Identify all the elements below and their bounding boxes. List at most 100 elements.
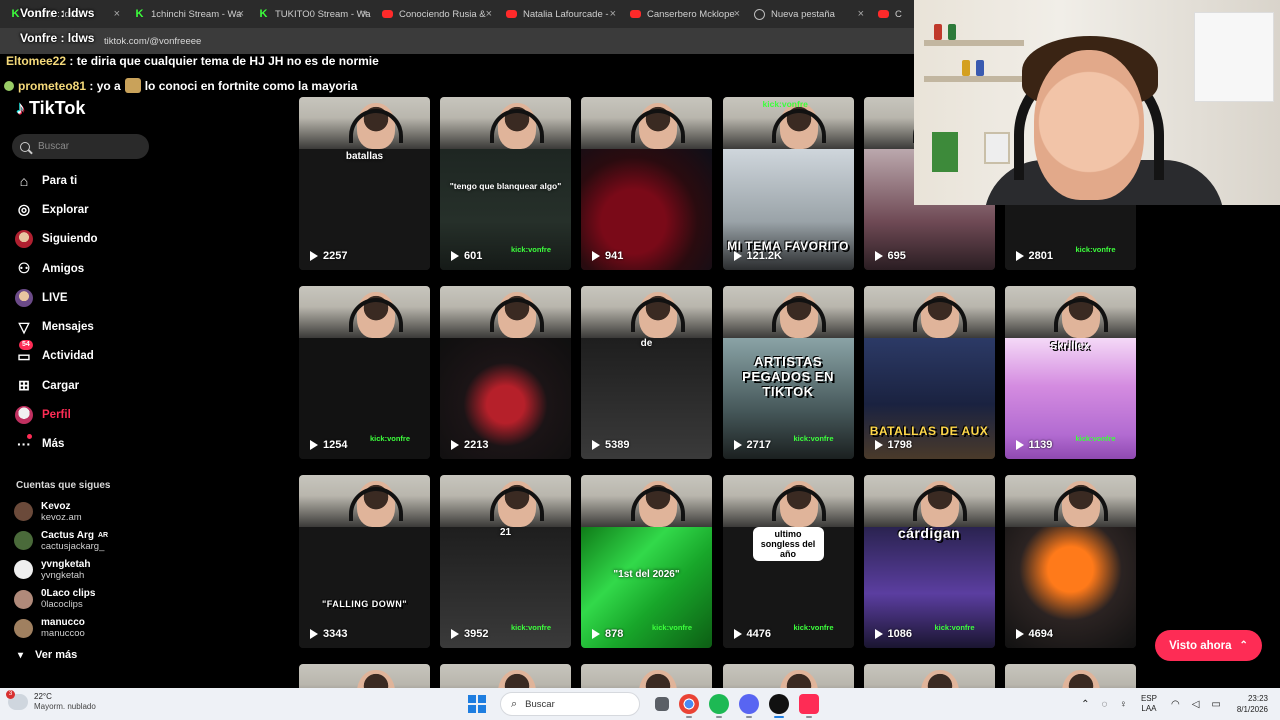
video-card[interactable]: "FALLING DOWN" 3343	[299, 475, 430, 648]
following-account[interactable]: Kevoz kevoz.am	[14, 497, 108, 526]
play-icon	[592, 251, 600, 261]
video-card[interactable]: Skrillex kick:vonfre 1139	[1004, 286, 1136, 459]
search-box[interactable]	[12, 134, 149, 159]
video-card[interactable]: BATALLAS DE AUX 1798	[863, 286, 995, 459]
mic-icon[interactable]: ♀	[1119, 699, 1127, 710]
account-username: manuccoo	[41, 628, 85, 640]
tiktok-logo[interactable]: ♪ TikTok	[16, 98, 85, 119]
browser-tab[interactable]: Natalia Lafourcade - ×	[500, 0, 624, 28]
video-card[interactable]: kick:vonfre 1254	[299, 286, 430, 459]
sidebar-item-explorar[interactable]: ◎ Explorar	[14, 195, 98, 224]
wifi-icon[interactable]: ◠	[1171, 699, 1180, 710]
video-card[interactable]: 21 kick:vonfre 3952	[440, 475, 571, 648]
view-count: 2213	[451, 439, 488, 451]
video-card[interactable]: 941	[581, 97, 712, 270]
close-icon[interactable]: ×	[114, 8, 120, 20]
lang-layout: LAA	[1141, 704, 1157, 713]
chat-message: prometeo81 : yo a lo conoci en fortnite c…	[4, 78, 357, 93]
video-card[interactable]: 2213	[440, 286, 571, 459]
taskbar-apps: ⌕ Buscar	[468, 692, 824, 718]
language-indicator[interactable]: ESP LAA	[1141, 694, 1157, 714]
following-account[interactable]: 0Laco clips 0lacoclips	[14, 585, 108, 614]
video-card[interactable]: "1st del 2026" kick:vonfre 878	[581, 475, 712, 648]
video-card[interactable]	[581, 664, 712, 688]
see-more-button[interactable]: ▾ Ver más	[18, 649, 77, 661]
browser-tab[interactable]: Canserbero Mcklope ×	[624, 0, 748, 28]
close-icon[interactable]: ×	[610, 8, 616, 20]
account-name: Kevoz	[41, 500, 71, 512]
spotify-icon[interactable]	[709, 694, 729, 718]
taskbar-search[interactable]: ⌕ Buscar	[500, 692, 640, 716]
sidebar-item-label: LIVE	[42, 291, 68, 304]
play-icon	[874, 629, 883, 639]
chevron-up-icon: ⌃	[1239, 640, 1248, 651]
chevron-up-icon[interactable]: ⌃	[1081, 699, 1089, 710]
avatar	[14, 560, 33, 580]
webcam-thumbnail	[863, 286, 995, 338]
browser-tab[interactable]: Conociendo Rusia & ×	[376, 0, 500, 28]
video-card[interactable]	[863, 664, 995, 688]
video-card[interactable]: batallas 2257	[299, 97, 430, 270]
clock-date: 8/1/2026	[1236, 705, 1268, 714]
view-count: 4694	[1015, 628, 1053, 640]
close-icon[interactable]: ×	[858, 8, 864, 20]
discord-icon[interactable]	[739, 694, 759, 718]
task-view-icon[interactable]	[655, 697, 669, 711]
close-icon[interactable]: ×	[238, 8, 244, 20]
browser-tab[interactable]: K TUKITO0 Stream - Wa ×	[252, 0, 376, 28]
windows-start-icon[interactable]	[468, 695, 486, 713]
url-text[interactable]: tiktok.com/@vonfreeee	[104, 36, 201, 47]
following-account[interactable]: manucco manuccoo	[14, 614, 108, 643]
visto-ahora-button[interactable]: Visto ahora ⌃	[1155, 630, 1262, 661]
video-card[interactable]: cárdigan kick:vonfre 1086	[863, 475, 995, 648]
chrome-icon[interactable]	[679, 694, 699, 718]
video-card[interactable]	[722, 664, 854, 688]
close-icon[interactable]: ×	[486, 8, 492, 20]
close-icon[interactable]: ×	[734, 8, 740, 20]
close-icon[interactable]: ×	[362, 8, 368, 20]
view-count: 1139	[1015, 439, 1052, 451]
tiktok-app-icon[interactable]	[799, 694, 819, 718]
video-card[interactable]: "tengo que blanquear algo" kick:vonfre 601	[440, 97, 571, 270]
clock[interactable]: 23:23 8/1/2026	[1237, 693, 1268, 715]
play-icon	[592, 629, 600, 639]
avatar	[15, 230, 33, 249]
battery-icon[interactable]: ▭	[1211, 699, 1220, 710]
network-icon[interactable]: ◌	[1102, 699, 1108, 710]
headphones-icon	[348, 298, 403, 332]
weather-widget[interactable]: 3 22°C Mayorm. nublado	[6, 690, 96, 712]
play-icon	[310, 440, 318, 450]
globe-icon	[754, 8, 765, 20]
sidebar-item-para-ti[interactable]: ⌂ Para ti	[14, 166, 98, 195]
webcam-overlay	[914, 0, 1280, 205]
following-account[interactable]: yvngketah yvngketah	[14, 555, 108, 584]
sidebar-item-live[interactable]: LIVE	[14, 283, 98, 312]
video-card[interactable]: MI TEMA FAVORITO kick:vonfre 121.2K	[722, 97, 854, 270]
account-name: Cactus Arg	[41, 529, 94, 541]
sidebar-item-perfil[interactable]: Perfil	[14, 400, 98, 429]
video-card[interactable]	[440, 664, 571, 688]
search-input[interactable]	[38, 141, 138, 152]
account-username: cactusjackarg_	[41, 540, 105, 552]
video-card[interactable]: de 5389	[581, 286, 712, 459]
kick-handle-text: kick:vonfre	[1075, 434, 1116, 443]
webcam-thumbnail	[299, 286, 430, 338]
video-card[interactable]	[299, 664, 430, 688]
visto-ahora-label: Visto ahora	[1169, 639, 1232, 652]
browser-tab[interactable]: K 1chinchi Stream - Wa ×	[128, 0, 252, 28]
obs-icon[interactable]	[769, 694, 789, 718]
sidebar-item-cargar[interactable]: ⊞ Cargar	[14, 371, 98, 400]
video-card[interactable]: 4694	[1004, 475, 1136, 648]
view-count: 941	[592, 250, 623, 262]
sidebar-item-más[interactable]: ··· Más	[14, 430, 98, 459]
sidebar-item-mensajes[interactable]: ▽ Mensajes	[14, 312, 98, 341]
sidebar-item-amigos[interactable]: ⚇ Amigos	[14, 254, 98, 283]
volume-icon[interactable]: ◁	[1192, 699, 1200, 710]
sidebar-item-siguiendo[interactable]: Siguiendo	[14, 225, 98, 254]
video-card[interactable]: ultimo songless del año kick:vonfre 4476	[722, 475, 854, 648]
following-account[interactable]: Cactus Arg AR cactusjackarg_	[14, 526, 108, 555]
video-card[interactable]	[1004, 664, 1136, 688]
sidebar-item-actividad[interactable]: ▭ 54 Actividad	[14, 340, 98, 371]
browser-tab[interactable]: Nueva pestaña ×	[748, 0, 872, 28]
video-card[interactable]: ARTISTAS PEGADOS EN TIKTOK kick:vonfre 271…	[722, 286, 854, 459]
